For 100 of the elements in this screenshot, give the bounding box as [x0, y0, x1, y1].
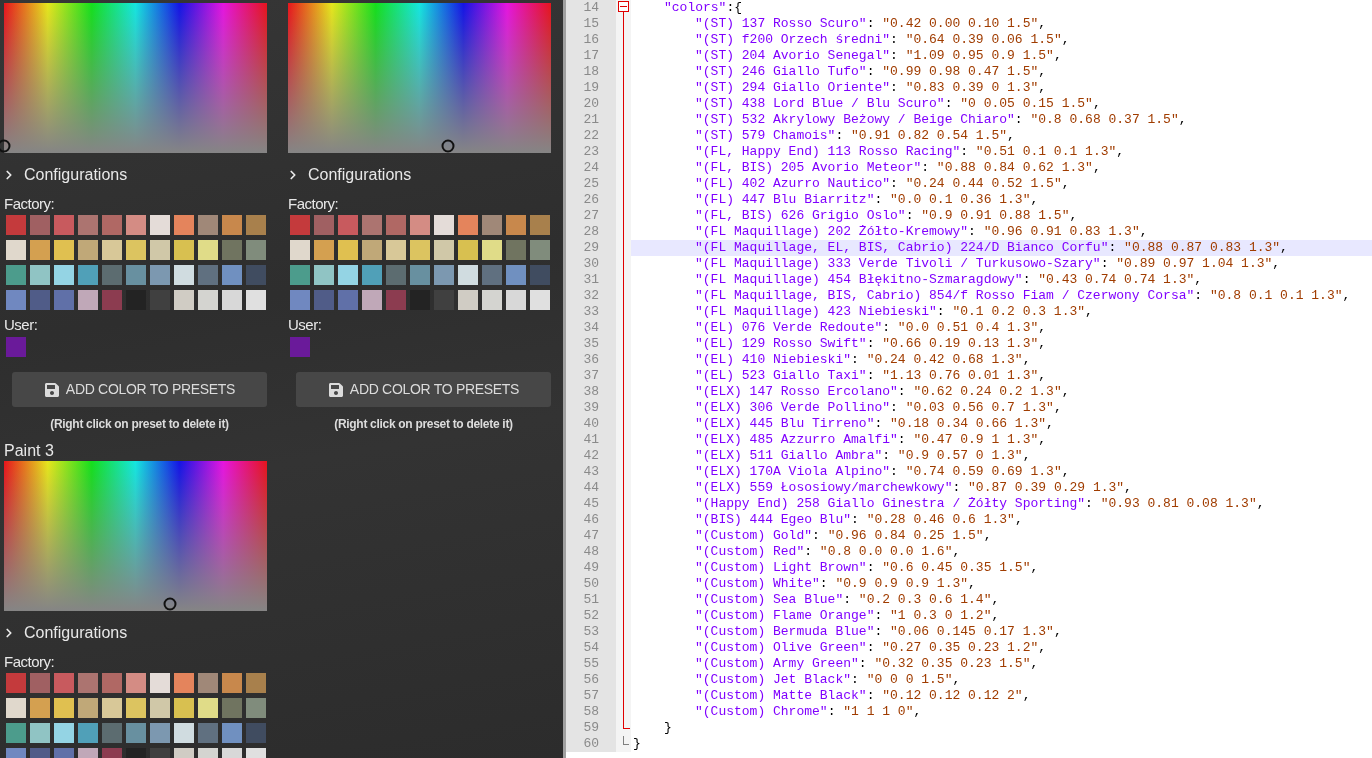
- color-swatch[interactable]: [246, 265, 266, 285]
- color-swatch[interactable]: [338, 240, 358, 260]
- color-swatch[interactable]: [30, 698, 50, 718]
- color-swatch[interactable]: [338, 215, 358, 235]
- color-swatch[interactable]: [30, 673, 50, 693]
- color-swatch[interactable]: [198, 673, 218, 693]
- configurations-toggle[interactable]: Configurations: [4, 163, 267, 187]
- color-swatch[interactable]: [78, 290, 98, 310]
- color-swatch[interactable]: [30, 265, 50, 285]
- color-swatch[interactable]: [198, 240, 218, 260]
- color-swatch[interactable]: [54, 673, 74, 693]
- color-swatch[interactable]: [290, 290, 310, 310]
- color-swatch[interactable]: [338, 265, 358, 285]
- color-swatch[interactable]: [78, 240, 98, 260]
- color-swatch[interactable]: [458, 290, 478, 310]
- color-swatch[interactable]: [6, 265, 26, 285]
- color-swatch[interactable]: [386, 240, 406, 260]
- color-swatch[interactable]: [290, 337, 310, 357]
- color-swatch[interactable]: [126, 215, 146, 235]
- color-swatch[interactable]: [174, 215, 194, 235]
- color-swatch[interactable]: [102, 698, 122, 718]
- color-swatch[interactable]: [174, 290, 194, 310]
- color-swatch[interactable]: [290, 215, 310, 235]
- color-swatch[interactable]: [362, 290, 382, 310]
- color-swatch[interactable]: [102, 723, 122, 743]
- color-swatch[interactable]: [482, 215, 502, 235]
- color-swatch[interactable]: [126, 265, 146, 285]
- color-swatch[interactable]: [174, 723, 194, 743]
- color-swatch[interactable]: [54, 265, 74, 285]
- color-swatch[interactable]: [126, 240, 146, 260]
- color-swatch[interactable]: [198, 265, 218, 285]
- color-swatch[interactable]: [386, 265, 406, 285]
- color-swatch[interactable]: [174, 673, 194, 693]
- color-swatch[interactable]: [198, 290, 218, 310]
- color-swatch[interactable]: [102, 215, 122, 235]
- color-picker[interactable]: [4, 461, 267, 611]
- color-swatch[interactable]: [506, 290, 526, 310]
- color-swatch[interactable]: [30, 240, 50, 260]
- color-swatch[interactable]: [482, 265, 502, 285]
- add-color-button[interactable]: ADD COLOR TO PRESETS: [12, 372, 267, 407]
- color-swatch[interactable]: [102, 290, 122, 310]
- color-swatch[interactable]: [246, 215, 266, 235]
- color-swatch[interactable]: [78, 698, 98, 718]
- color-swatch[interactable]: [458, 265, 478, 285]
- color-swatch[interactable]: [198, 698, 218, 718]
- color-swatch[interactable]: [506, 215, 526, 235]
- color-swatch[interactable]: [102, 240, 122, 260]
- color-swatch[interactable]: [222, 723, 242, 743]
- color-swatch[interactable]: [222, 215, 242, 235]
- color-swatch[interactable]: [174, 265, 194, 285]
- add-color-button[interactable]: ADD COLOR TO PRESETS: [296, 372, 551, 407]
- color-swatch[interactable]: [314, 215, 334, 235]
- color-swatch[interactable]: [54, 240, 74, 260]
- picker-handle[interactable]: [163, 597, 177, 610]
- color-swatch[interactable]: [386, 290, 406, 310]
- configurations-toggle[interactable]: Configurations: [288, 163, 551, 187]
- color-swatch[interactable]: [362, 215, 382, 235]
- picker-handle[interactable]: [0, 139, 11, 152]
- color-swatch[interactable]: [482, 290, 502, 310]
- color-swatch[interactable]: [410, 265, 430, 285]
- color-swatch[interactable]: [434, 265, 454, 285]
- color-swatch[interactable]: [30, 215, 50, 235]
- color-swatch[interactable]: [290, 240, 310, 260]
- color-swatch[interactable]: [530, 240, 550, 260]
- picker-handle[interactable]: [441, 139, 455, 152]
- color-swatch[interactable]: [150, 723, 170, 743]
- color-swatch[interactable]: [458, 240, 478, 260]
- color-swatch[interactable]: [386, 215, 406, 235]
- color-swatch[interactable]: [78, 673, 98, 693]
- collapse-icon[interactable]: [618, 1, 629, 12]
- color-swatch[interactable]: [174, 698, 194, 718]
- color-swatch[interactable]: [6, 290, 26, 310]
- color-swatch[interactable]: [222, 698, 242, 718]
- color-swatch[interactable]: [434, 215, 454, 235]
- color-swatch[interactable]: [78, 265, 98, 285]
- color-swatch[interactable]: [54, 215, 74, 235]
- color-swatch[interactable]: [54, 290, 74, 310]
- color-picker[interactable]: [4, 3, 267, 153]
- color-swatch[interactable]: [410, 240, 430, 260]
- color-swatch[interactable]: [222, 673, 242, 693]
- color-swatch[interactable]: [102, 265, 122, 285]
- color-swatch[interactable]: [246, 240, 266, 260]
- color-swatch[interactable]: [6, 698, 26, 718]
- color-swatch[interactable]: [222, 240, 242, 260]
- color-swatch[interactable]: [6, 240, 26, 260]
- color-swatch[interactable]: [506, 265, 526, 285]
- color-swatch[interactable]: [290, 265, 310, 285]
- color-swatch[interactable]: [434, 240, 454, 260]
- color-swatch[interactable]: [482, 240, 502, 260]
- color-swatch[interactable]: [246, 723, 266, 743]
- color-swatch[interactable]: [198, 723, 218, 743]
- color-swatch[interactable]: [6, 723, 26, 743]
- color-swatch[interactable]: [314, 290, 334, 310]
- color-swatch[interactable]: [30, 723, 50, 743]
- color-swatch[interactable]: [246, 698, 266, 718]
- color-swatch[interactable]: [314, 265, 334, 285]
- color-swatch[interactable]: [314, 240, 334, 260]
- color-swatch[interactable]: [6, 215, 26, 235]
- color-swatch[interactable]: [458, 215, 478, 235]
- color-swatch[interactable]: [150, 698, 170, 718]
